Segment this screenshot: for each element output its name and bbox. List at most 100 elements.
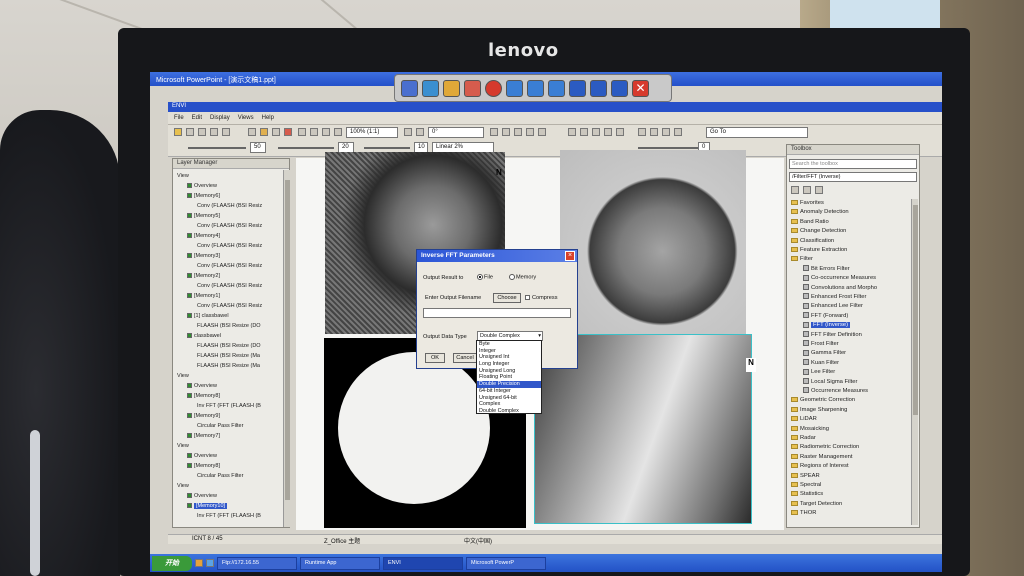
fit-icon[interactable] xyxy=(322,128,330,136)
layer-tree-item[interactable]: Inv FFT (FFT (FLAASH (B xyxy=(197,402,261,410)
rotate-90-icon[interactable] xyxy=(404,128,412,136)
start-button[interactable]: 开始 xyxy=(152,555,192,571)
menu-display[interactable]: Display xyxy=(210,115,230,121)
menu-help[interactable]: Help xyxy=(262,115,274,121)
layer-checkbox[interactable] xyxy=(187,293,192,299)
zoom-out-icon[interactable] xyxy=(310,128,318,136)
link-icon[interactable] xyxy=(650,128,658,136)
chevron-down-icon[interactable]: ▾ xyxy=(538,332,541,340)
quicklaunch-icon[interactable] xyxy=(206,559,214,567)
toolbox-folder[interactable]: Raster Management xyxy=(791,453,853,462)
layer-tree-item[interactable]: [Memory4] xyxy=(187,232,220,240)
annotation-icon[interactable] xyxy=(490,128,498,136)
next-button[interactable] xyxy=(527,79,544,97)
toolbox-collapse-icon[interactable] xyxy=(791,186,799,194)
whiteboard-button[interactable] xyxy=(611,79,628,97)
layer-tree-item[interactable]: Conv (FLAASH (BSI Resiz xyxy=(197,302,262,310)
layer-checkbox[interactable] xyxy=(187,453,192,459)
layer-tree-item[interactable]: Overview xyxy=(187,492,217,500)
layer-tree-item[interactable]: View xyxy=(177,442,189,450)
layer-tree-item[interactable]: FLAASH (BSI Resize (Ma xyxy=(197,362,260,370)
data-type-option[interactable]: Unsigned Int xyxy=(477,354,541,361)
ok-button[interactable]: OK xyxy=(425,353,445,363)
swipe-icon[interactable] xyxy=(604,128,612,136)
toolbox-tool[interactable]: FFT (Inverse) xyxy=(803,321,850,330)
layer-tree-item[interactable]: [Memory1] xyxy=(187,292,220,300)
polygon-icon[interactable] xyxy=(514,128,522,136)
view-2-image[interactable] xyxy=(560,150,746,334)
layer-tree-item[interactable]: Overview xyxy=(187,452,217,460)
layer-tree-item[interactable]: Conv (FLAASH (BSI Resiz xyxy=(197,202,262,210)
layer-tree-item[interactable]: View xyxy=(177,482,189,490)
data-type-option[interactable]: 64-bit Integer xyxy=(477,388,541,395)
brightness-slider[interactable] xyxy=(188,147,246,149)
layer-checkbox[interactable] xyxy=(187,233,192,239)
layer-tree-item[interactable]: View xyxy=(177,172,189,180)
output-filename-field[interactable] xyxy=(423,308,571,318)
toolbox-tool[interactable]: Lee Filter xyxy=(803,368,835,377)
toolbox-folder[interactable]: Feature Extraction xyxy=(791,246,847,255)
layer-tree-item[interactable]: FLAASH (BSI Resize (DO xyxy=(197,322,261,330)
crosshair-icon[interactable] xyxy=(284,128,292,136)
layer-tree-item[interactable]: FLAASH (BSI Resize (Ma xyxy=(197,352,260,360)
layer-checkbox[interactable] xyxy=(187,213,192,219)
data-type-option[interactable]: Unsigned Long xyxy=(477,368,541,375)
rotate-icon[interactable] xyxy=(272,128,280,136)
play-button[interactable] xyxy=(506,79,523,97)
layer-checkbox[interactable] xyxy=(187,493,192,499)
toolbox-tool[interactable]: Co-occurrence Measures xyxy=(803,274,876,283)
toolbox-folder[interactable]: Band Ratio xyxy=(791,218,829,227)
radio-file-option[interactable]: File xyxy=(477,274,493,280)
toolbox-folder[interactable]: Filter xyxy=(791,255,813,264)
data-manager-icon[interactable] xyxy=(210,128,218,136)
toolbox-folder[interactable]: Regions of Interest xyxy=(791,462,849,471)
pointer-button[interactable] xyxy=(548,79,565,97)
highlighter-button[interactable] xyxy=(443,79,460,97)
toolbox-folder[interactable]: Anomaly Detection xyxy=(791,208,849,217)
text-icon[interactable] xyxy=(502,128,510,136)
select-icon[interactable] xyxy=(248,128,256,136)
toolbox-tool[interactable]: FFT Filter Definition xyxy=(803,331,862,340)
layer-tree-item[interactable]: [Memory5] xyxy=(187,212,220,220)
vector-icon[interactable] xyxy=(526,128,534,136)
layer-tree-item[interactable]: Circular Pass Filter xyxy=(197,422,243,430)
rotation-combo[interactable]: 0° xyxy=(428,127,484,138)
radio-memory-indicator[interactable] xyxy=(509,274,515,280)
blend-icon[interactable] xyxy=(616,128,624,136)
menu-file[interactable]: File xyxy=(174,115,184,121)
layer-tree-item[interactable]: Overview xyxy=(187,182,217,190)
taskbar-item-ftp[interactable]: Ftp://172.16.55 xyxy=(217,556,297,570)
toolbox-folder[interactable]: Radar xyxy=(791,434,816,443)
layer-tree-item[interactable]: FLAASH (BSI Resize (DO xyxy=(197,342,261,350)
layer-manager-scroll-thumb[interactable] xyxy=(285,180,290,500)
brightness-value[interactable]: 50 xyxy=(250,142,266,153)
taskbar-item-runtime[interactable]: Runtime App xyxy=(300,556,380,570)
goto-field[interactable]: Go To xyxy=(706,127,808,138)
pen-tool-button[interactable] xyxy=(401,79,418,97)
record-button[interactable] xyxy=(485,79,502,97)
layer-checkbox[interactable] xyxy=(187,273,192,279)
layer-tree-item[interactable]: [Memory8] xyxy=(187,392,220,400)
layer-checkbox[interactable] xyxy=(187,463,192,469)
toolbox-search-input[interactable]: Search the toolbox xyxy=(789,159,917,169)
screen-button[interactable] xyxy=(422,79,439,97)
layer-checkbox[interactable] xyxy=(187,313,192,319)
crosshair-toggle-icon[interactable] xyxy=(674,128,682,136)
toolbox-scroll-thumb[interactable] xyxy=(913,205,918,415)
menu-edit[interactable]: Edit xyxy=(192,115,202,121)
transparency-slider[interactable] xyxy=(638,147,698,149)
rotate-180-icon[interactable] xyxy=(416,128,424,136)
data-type-option[interactable]: Double Complex xyxy=(477,408,541,415)
layer-manager-icon[interactable] xyxy=(222,128,230,136)
layer-checkbox[interactable] xyxy=(187,193,192,199)
layer-checkbox[interactable] xyxy=(187,333,192,339)
layer-checkbox[interactable] xyxy=(187,433,192,439)
toolbox-tool[interactable]: Convolutions and Morpho xyxy=(803,284,877,293)
data-type-option[interactable]: Floating Point xyxy=(477,374,541,381)
layer-tree-item[interactable]: classbawel xyxy=(187,332,221,340)
taskbar-item-powerpoint[interactable]: Microsoft PowerP xyxy=(466,556,546,570)
flicker-icon[interactable] xyxy=(592,128,600,136)
toolbox-folder[interactable]: Statistics xyxy=(791,490,823,499)
toolbox-folder[interactable]: Radiometric Correction xyxy=(791,443,859,452)
layer-tree-item[interactable]: [1] classbawel xyxy=(187,312,229,320)
